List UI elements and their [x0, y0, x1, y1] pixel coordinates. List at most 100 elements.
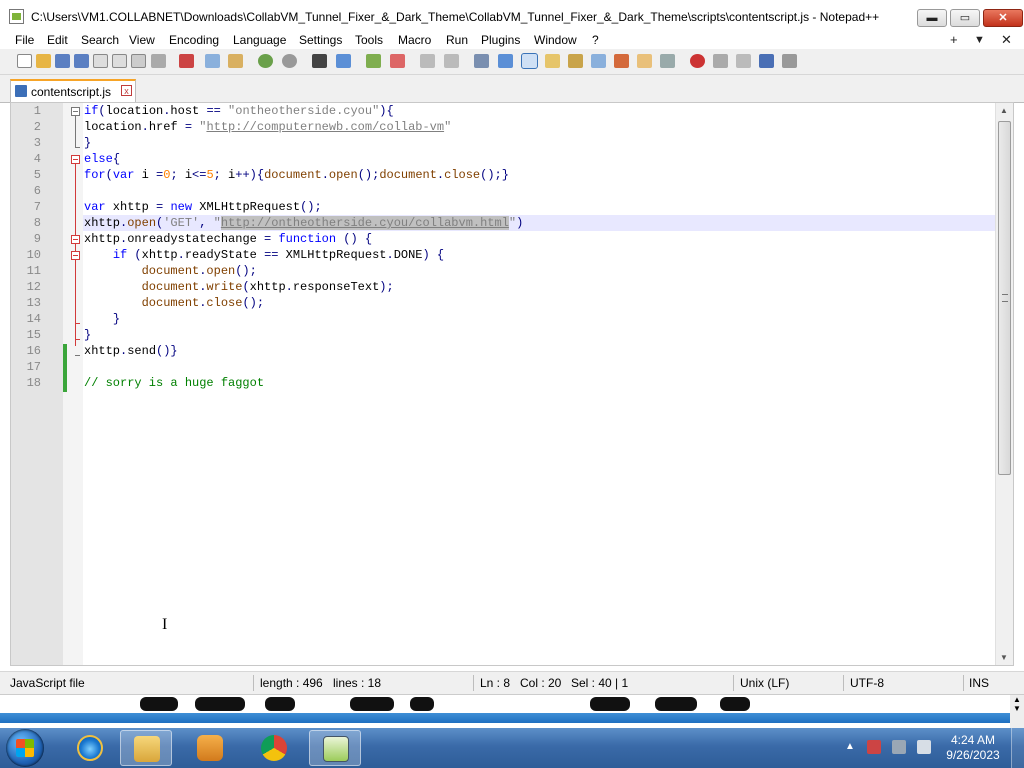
- menu-edit[interactable]: Edit: [47, 33, 68, 47]
- sync-vertical-icon[interactable]: [420, 54, 435, 68]
- play-macro-icon[interactable]: [736, 54, 751, 68]
- function-list-icon[interactable]: [591, 54, 606, 68]
- paste-icon[interactable]: [228, 54, 243, 68]
- code-editor[interactable]: 1 2 3 4 5 6 7 8 9 10 11 12 13 14 15 16 17 18 if(location.h…: [10, 102, 1014, 666]
- menu-macro[interactable]: Macro: [398, 33, 431, 47]
- menu-window[interactable]: Window: [534, 33, 577, 47]
- scroll-up-icon[interactable]: ▲: [1000, 106, 1008, 115]
- taskbar-media-player[interactable]: [184, 730, 236, 766]
- menu-plugins[interactable]: Plugins: [481, 33, 520, 47]
- code-token: XMLHttpRequest: [278, 248, 387, 262]
- code-token: ": [444, 120, 452, 134]
- system-clock[interactable]: 4:24 AM 9/26/2023: [943, 733, 1003, 763]
- tab-contentscript[interactable]: contentscript.js x: [10, 79, 136, 102]
- taskbar: ▲ 4:24 AM 9/26/2023: [0, 728, 1024, 768]
- close-all-icon[interactable]: [112, 54, 127, 68]
- taskbar-notepad-plus-plus[interactable]: [309, 730, 361, 766]
- taskbar-internet-explorer[interactable]: [64, 730, 116, 766]
- find-icon[interactable]: [312, 54, 327, 68]
- menu-file[interactable]: File: [15, 33, 34, 47]
- stop-macro-icon[interactable]: [713, 54, 728, 68]
- zoom-out-icon[interactable]: [390, 54, 405, 68]
- decorative-art: [655, 697, 697, 711]
- start-button[interactable]: [6, 729, 44, 767]
- monitoring-icon[interactable]: [637, 54, 652, 68]
- cut-icon[interactable]: [179, 54, 194, 68]
- code-token: ();: [235, 264, 257, 278]
- menu-settings[interactable]: Settings: [299, 33, 342, 47]
- run-macro-multiple-icon[interactable]: [759, 54, 774, 68]
- insert-mode[interactable]: INS: [969, 676, 989, 690]
- record-macro-icon[interactable]: [690, 54, 705, 68]
- print-preview-icon[interactable]: [151, 54, 166, 68]
- redo-icon[interactable]: [282, 54, 297, 68]
- folder-as-workspace-icon[interactable]: [614, 54, 629, 68]
- scroll-down-icon[interactable]: ▼: [1000, 653, 1008, 662]
- word-wrap-icon[interactable]: [474, 54, 489, 68]
- show-all-chars-icon[interactable]: [498, 54, 513, 68]
- code-line: xhttp.open('GET', "http://ontheotherside…: [84, 216, 523, 230]
- menu-bar: File Edit Search View Encoding Language …: [0, 32, 1024, 48]
- tab-close-icon[interactable]: x: [121, 85, 132, 96]
- fold-toggle-icon[interactable]: [71, 235, 80, 244]
- code-token: XMLHttpRequest: [192, 200, 301, 214]
- code-line: if (xhttp.readyState == XMLHttpRequest.D…: [84, 248, 444, 262]
- open-file-icon[interactable]: [36, 54, 51, 68]
- user-language-icon[interactable]: [545, 54, 560, 68]
- code-token: ();: [300, 200, 322, 214]
- menu-search[interactable]: Search: [81, 33, 119, 47]
- taskbar-chrome[interactable]: [248, 730, 300, 766]
- network-icon[interactable]: [892, 740, 906, 754]
- doc-map-icon[interactable]: [568, 54, 583, 68]
- copy-icon[interactable]: [205, 54, 220, 68]
- minimize-button[interactable]: ▬: [917, 9, 947, 27]
- new-tab-icon[interactable]: +: [950, 32, 958, 47]
- indent-guide-icon[interactable]: [521, 53, 538, 69]
- menu-view[interactable]: View: [129, 33, 155, 47]
- save-all-icon[interactable]: [74, 54, 89, 68]
- fold-toggle-icon[interactable]: [71, 155, 80, 164]
- code-line: xhttp.onreadystatechange = function () {: [84, 232, 372, 246]
- encoding[interactable]: UTF-8: [850, 676, 884, 690]
- decorative-art: [410, 697, 434, 711]
- close-file-icon[interactable]: [93, 54, 108, 68]
- decorative-art: [350, 697, 394, 711]
- save-macro-icon[interactable]: [782, 54, 797, 68]
- action-center-icon[interactable]: [867, 740, 881, 754]
- vertical-scrollbar[interactable]: ▲ ▼: [995, 103, 1013, 665]
- replace-icon[interactable]: [336, 54, 351, 68]
- code-line: }: [84, 136, 91, 150]
- close-doc-icon[interactable]: ✕: [1001, 32, 1012, 48]
- show-desktop-button[interactable]: [1011, 728, 1024, 768]
- maximize-button[interactable]: ▭: [950, 9, 980, 27]
- fold-toggle-icon[interactable]: [71, 107, 80, 116]
- tab-list-icon[interactable]: ▼: [974, 34, 985, 46]
- taskbar-file-explorer[interactable]: [120, 730, 172, 766]
- show-hidden-icons-icon[interactable]: ▲: [845, 741, 855, 752]
- sync-horizontal-icon[interactable]: [444, 54, 459, 68]
- volume-muted-icon[interactable]: [917, 740, 931, 754]
- menu-help[interactable]: ?: [592, 33, 599, 47]
- menu-tools[interactable]: Tools: [355, 33, 383, 47]
- close-button[interactable]: ✕: [983, 9, 1023, 27]
- menu-encoding[interactable]: Encoding: [169, 33, 219, 47]
- fold-end: [75, 355, 80, 356]
- strip-scrollbar[interactable]: ▲ ▼: [1010, 695, 1024, 729]
- code-token: open: [206, 264, 236, 278]
- print-icon[interactable]: [131, 54, 146, 68]
- menu-language[interactable]: Language: [233, 33, 286, 47]
- eol-format[interactable]: Unix (LF): [740, 676, 789, 690]
- fold-toggle-icon[interactable]: [71, 251, 80, 260]
- new-file-icon[interactable]: [17, 54, 32, 68]
- line-number: 13: [26, 296, 41, 310]
- scrollbar-thumb[interactable]: [998, 121, 1011, 475]
- zoom-in-icon[interactable]: [366, 54, 381, 68]
- doc-length: length : 496: [260, 676, 323, 690]
- eye-icon[interactable]: [660, 54, 675, 68]
- undo-icon[interactable]: [258, 54, 273, 68]
- menu-run[interactable]: Run: [446, 33, 468, 47]
- code-token: xhttp: [84, 344, 121, 358]
- save-icon[interactable]: [55, 54, 70, 68]
